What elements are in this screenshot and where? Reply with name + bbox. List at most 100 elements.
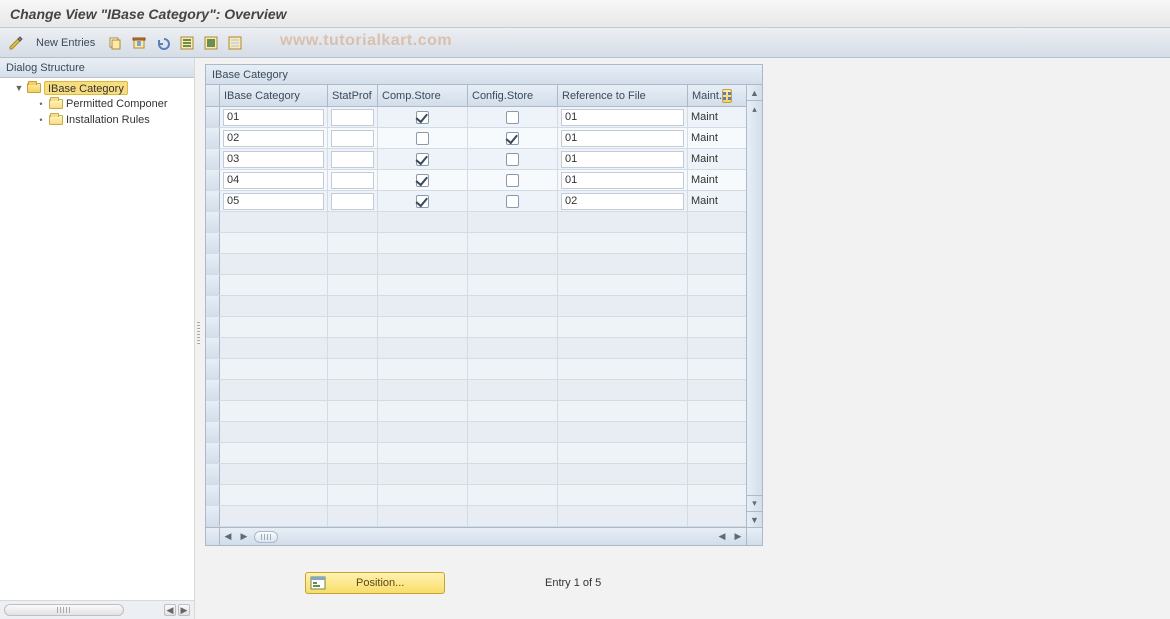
select-all-icon[interactable] bbox=[177, 33, 197, 53]
reference-file-input[interactable] bbox=[561, 151, 684, 168]
ibase-category-input[interactable] bbox=[223, 172, 324, 189]
col-comp-store[interactable]: Comp.Store bbox=[378, 85, 468, 106]
config-store-checkbox[interactable] bbox=[506, 174, 519, 187]
delete-icon[interactable] bbox=[129, 33, 149, 53]
sidebar-scroll-right-icon[interactable]: ▶ bbox=[178, 604, 190, 616]
row-selector[interactable] bbox=[206, 338, 220, 358]
statprof-input[interactable] bbox=[331, 109, 374, 126]
col-ibase-category[interactable]: IBase Category bbox=[220, 85, 328, 106]
cell-config-store bbox=[468, 170, 558, 190]
table-row-empty bbox=[206, 422, 746, 443]
sidebar-footer: ◀ ▶ bbox=[0, 601, 194, 619]
comp-store-checkbox[interactable] bbox=[416, 174, 429, 187]
row-selector[interactable] bbox=[206, 296, 220, 316]
statprof-input[interactable] bbox=[331, 151, 374, 168]
tree-node-label: Permitted Componer bbox=[66, 98, 168, 110]
splitter-handle[interactable] bbox=[195, 318, 201, 348]
row-selector[interactable] bbox=[206, 149, 220, 169]
table-row-empty bbox=[206, 464, 746, 485]
new-entries-button[interactable]: New Entries bbox=[30, 33, 101, 53]
row-selector[interactable] bbox=[206, 170, 220, 190]
tree-collapse-icon[interactable]: ▼ bbox=[14, 83, 24, 93]
hscroll-right2-icon[interactable]: ▶ bbox=[730, 529, 746, 545]
row-selector[interactable] bbox=[206, 107, 220, 127]
ibase-category-input[interactable] bbox=[223, 130, 324, 147]
cell-comp-store bbox=[378, 170, 468, 190]
tree-node-installation-rules[interactable]: • Installation Rules bbox=[0, 112, 194, 128]
folder-closed-icon bbox=[49, 99, 63, 109]
col-config-store[interactable]: Config.Store bbox=[468, 85, 558, 106]
row-selector[interactable] bbox=[206, 401, 220, 421]
row-selector[interactable] bbox=[206, 212, 220, 232]
row-selector[interactable] bbox=[206, 317, 220, 337]
hscroll-thumb[interactable] bbox=[254, 531, 278, 543]
body: Dialog Structure ▼ IBase Category • Perm… bbox=[0, 58, 1170, 619]
comp-store-checkbox[interactable] bbox=[416, 153, 429, 166]
hscroll-left2-icon[interactable]: ◀ bbox=[714, 529, 730, 545]
position-button[interactable]: Position... bbox=[305, 572, 445, 594]
comp-store-checkbox[interactable] bbox=[416, 111, 429, 124]
config-store-checkbox[interactable] bbox=[506, 111, 519, 124]
tree-node-permitted-components[interactable]: • Permitted Componer bbox=[0, 96, 194, 112]
sidebar-hscroll-thumb[interactable] bbox=[4, 604, 124, 616]
scroll-line-down-icon[interactable]: ▾ bbox=[747, 495, 762, 511]
table-row: Maint bbox=[206, 107, 746, 128]
row-selector[interactable] bbox=[206, 443, 220, 463]
row-selector[interactable] bbox=[206, 359, 220, 379]
cell-ibase-category bbox=[220, 149, 328, 169]
reference-file-input[interactable] bbox=[561, 172, 684, 189]
tree-bullet-icon: • bbox=[36, 99, 46, 109]
row-selector[interactable] bbox=[206, 485, 220, 505]
row-selector[interactable] bbox=[206, 128, 220, 148]
col-reference-file[interactable]: Reference to File bbox=[558, 85, 688, 106]
hscroll-left-icon[interactable]: ◀ bbox=[220, 529, 236, 545]
config-store-checkbox[interactable] bbox=[506, 132, 519, 145]
row-selector[interactable] bbox=[206, 191, 220, 211]
deselect-all-icon[interactable] bbox=[225, 33, 245, 53]
sidebar-scroll-left-icon[interactable]: ◀ bbox=[164, 604, 176, 616]
row-selector[interactable] bbox=[206, 254, 220, 274]
config-store-checkbox[interactable] bbox=[506, 153, 519, 166]
row-selector[interactable] bbox=[206, 275, 220, 295]
scroll-up-icon[interactable]: ▲ bbox=[747, 85, 762, 101]
reference-file-input[interactable] bbox=[561, 193, 684, 210]
select-block-icon[interactable] bbox=[201, 33, 221, 53]
ibase-category-input[interactable] bbox=[223, 193, 324, 210]
cell-maint: Maint bbox=[688, 149, 732, 169]
ibase-category-input[interactable] bbox=[223, 151, 324, 168]
new-entries-label: New Entries bbox=[36, 37, 95, 49]
config-store-checkbox[interactable] bbox=[506, 195, 519, 208]
row-selector[interactable] bbox=[206, 233, 220, 253]
row-selector[interactable] bbox=[206, 506, 220, 526]
ibase-category-input[interactable] bbox=[223, 109, 324, 126]
comp-store-checkbox[interactable] bbox=[416, 195, 429, 208]
statprof-input[interactable] bbox=[331, 172, 374, 189]
grid-vscrollbar[interactable]: ▲ ▴ ▾ ▼ bbox=[746, 85, 762, 527]
scroll-line-up-icon[interactable]: ▴ bbox=[747, 101, 762, 117]
table-settings-icon[interactable] bbox=[722, 89, 732, 103]
toggle-edit-icon[interactable] bbox=[6, 33, 26, 53]
row-selector[interactable] bbox=[206, 422, 220, 442]
copy-icon[interactable] bbox=[105, 33, 125, 53]
statprof-input[interactable] bbox=[331, 130, 374, 147]
reference-file-input[interactable] bbox=[561, 109, 684, 126]
col-statprof[interactable]: StatProf bbox=[328, 85, 378, 106]
page-title-text: Change View "IBase Category": Overview bbox=[10, 6, 287, 22]
col-maint[interactable]: Maint. bbox=[688, 85, 732, 106]
cell-ibase-category bbox=[220, 107, 328, 127]
comp-store-checkbox[interactable] bbox=[416, 132, 429, 145]
reference-file-input[interactable] bbox=[561, 130, 684, 147]
undo-icon[interactable] bbox=[153, 33, 173, 53]
cell-comp-store bbox=[378, 107, 468, 127]
app-toolbar: New Entries www.tutorialkart.com bbox=[0, 28, 1170, 58]
table-row-empty bbox=[206, 275, 746, 296]
row-selector[interactable] bbox=[206, 380, 220, 400]
hscroll-right-icon[interactable]: ▶ bbox=[236, 529, 252, 545]
grid-header-row: IBase Category StatProf Comp.Store Confi… bbox=[206, 85, 746, 107]
row-selector[interactable] bbox=[206, 464, 220, 484]
tree-node-ibase-category[interactable]: ▼ IBase Category bbox=[0, 80, 194, 96]
scroll-track[interactable] bbox=[747, 117, 762, 495]
statprof-input[interactable] bbox=[331, 193, 374, 210]
scroll-down-icon[interactable]: ▼ bbox=[747, 511, 762, 527]
cell-statprof bbox=[328, 170, 378, 190]
